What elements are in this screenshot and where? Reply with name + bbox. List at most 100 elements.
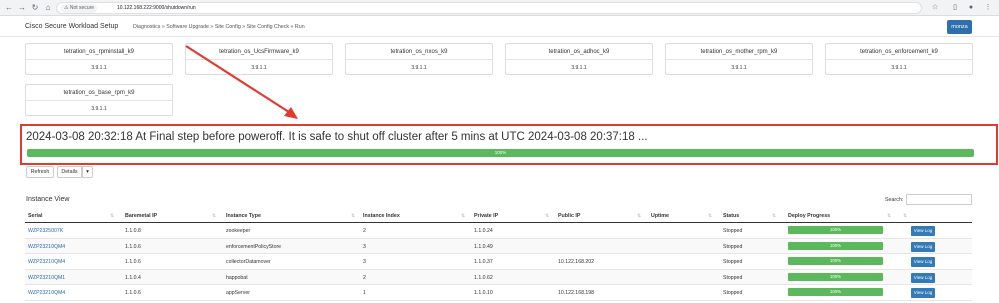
- public-ip: 10.122.168.198: [558, 290, 595, 297]
- instance-index: 3: [363, 243, 366, 250]
- package-card: tetration_os_rpminstall_k9 3.9.1.1: [25, 43, 173, 75]
- status-text: Stopped: [723, 290, 743, 297]
- sort-icon[interactable]: ⇅: [461, 213, 465, 219]
- app-brand[interactable]: Cisco Secure Workload Setup: [25, 23, 118, 30]
- sort-icon[interactable]: ⇅: [351, 213, 355, 219]
- menu-icon[interactable]: ⋮: [983, 3, 993, 13]
- view-log-button[interactable]: View Log: [911, 257, 935, 268]
- package-name: tetration_os_rpminstall_k9: [26, 44, 172, 60]
- star-icon[interactable]: ☆: [930, 3, 940, 13]
- package-card: tetration_os_enforcement_k9 3.9.1.1: [825, 43, 973, 75]
- column-header[interactable]: Uptime: [651, 213, 669, 219]
- address-bar[interactable]: ⚠ Not secure 10.122.168.222:9000/shutdow…: [56, 2, 922, 14]
- instance-index: 1: [363, 290, 366, 297]
- reload-icon[interactable]: ↻: [30, 3, 40, 13]
- view-log-button[interactable]: View Log: [911, 288, 935, 299]
- back-icon[interactable]: ←: [4, 3, 14, 13]
- instance-view-title: Instance View: [26, 196, 70, 203]
- baremetal-ip: 1.1.0.6: [125, 290, 141, 297]
- column-header[interactable]: Public IP: [558, 213, 580, 219]
- deploy-progress-bar: 100%: [788, 241, 883, 250]
- package-name: tetration_os_nxos_k9: [346, 44, 492, 60]
- package-card: tetration_os_base_rpm_k9 3.9.1.1: [25, 84, 173, 116]
- sort-icon[interactable]: ⇅: [637, 213, 641, 219]
- package-version: 3.9.1.1: [571, 65, 587, 71]
- package-name: tetration_os_base_rpm_k9: [26, 85, 172, 101]
- baremetal-ip: 1.1.0.6: [125, 243, 141, 250]
- view-log-button[interactable]: View Log: [911, 226, 935, 236]
- package-version: 3.9.1.1: [91, 65, 107, 71]
- package-card: tetration_os_nxos_k9 3.9.1.1: [345, 43, 493, 75]
- private-ip: 1.1.0.49: [474, 243, 493, 250]
- sidepanel-icon[interactable]: ▯: [950, 3, 960, 13]
- forward-icon[interactable]: →: [17, 3, 27, 13]
- package-name: tetration_os_adhoc_k9: [506, 44, 652, 60]
- sort-icon[interactable]: ⇅: [708, 213, 712, 219]
- not-secure-label: Not secure: [69, 5, 95, 11]
- deploy-progress-bar: 100%: [788, 257, 883, 266]
- column-header[interactable]: Deploy Progress: [788, 213, 830, 219]
- sort-icon[interactable]: ⇅: [110, 213, 114, 219]
- sort-icon[interactable]: ⇅: [772, 213, 776, 219]
- table-row: WZP23210QM4 1.1.0.6 collectorDatamover 3…: [25, 254, 972, 270]
- serial-link[interactable]: WZP23210QM1: [28, 275, 65, 281]
- instance-table: Serial ⇅ Baremetal IP ⇅ Instance Type ⇅ …: [25, 211, 972, 301]
- details-dropdown-caret[interactable]: ▾: [82, 166, 93, 178]
- serial-link[interactable]: WZP23210QM4: [28, 290, 65, 296]
- user-menu-button[interactable]: monza: [947, 20, 972, 34]
- status-text: Stopped: [723, 228, 743, 234]
- column-header[interactable]: Instance Type: [226, 213, 261, 219]
- public-ip: 10.122.168.202: [558, 259, 595, 266]
- home-icon[interactable]: ⌂: [43, 3, 53, 13]
- serial-link[interactable]: WZP23210QM4: [28, 244, 65, 250]
- column-header[interactable]: Serial: [28, 213, 42, 219]
- package-version: 3.9.1.1: [91, 106, 107, 112]
- serial-link[interactable]: WZP23210QM4: [28, 259, 65, 265]
- search-input[interactable]: [906, 194, 972, 205]
- package-version: 3.9.1.1: [411, 65, 427, 71]
- status-text: Stopped: [723, 259, 743, 266]
- column-header[interactable]: Instance Index: [363, 213, 400, 219]
- baremetal-ip: 1.1.0.8: [125, 228, 141, 234]
- deploy-progress-bar: 100%: [788, 288, 883, 297]
- browser-toolbar: ← → ↻ ⌂ ⚠ Not secure 10.122.168.222:9000…: [0, 0, 999, 16]
- profile-icon[interactable]: ●: [966, 3, 976, 13]
- private-ip: 1.1.0.24: [474, 228, 493, 234]
- package-name: tetration_os_mother_rpm_k9: [666, 44, 812, 60]
- instance-index: 3: [363, 259, 366, 266]
- instance-index: 2: [363, 228, 366, 234]
- package-version: 3.9.1.1: [891, 65, 907, 71]
- package-card: tetration_os_UcsFirmware_k9 3.9.1.1: [185, 43, 333, 75]
- column-header[interactable]: Private IP: [474, 213, 498, 219]
- status-message: 2024-03-08 20:32:18 At Final step before…: [26, 131, 648, 143]
- table-row: WZP23210QM4 1.1.0.6 appServer 1 1.1.0.10…: [25, 285, 972, 301]
- shutdown-progress-bar: 100%: [27, 149, 974, 157]
- view-log-button[interactable]: View Log: [911, 272, 935, 283]
- refresh-button[interactable]: Refresh: [26, 166, 54, 178]
- sort-icon[interactable]: ⇅: [545, 213, 549, 219]
- sort-icon[interactable]: ⇅: [887, 213, 891, 219]
- column-header[interactable]: Baremetal IP: [125, 213, 157, 219]
- search-label: Search:: [885, 197, 904, 203]
- instance-type: happobat: [226, 274, 248, 281]
- package-card: tetration_os_mother_rpm_k9 3.9.1.1: [665, 43, 813, 75]
- deploy-progress-bar: 100%: [788, 272, 883, 281]
- sort-icon[interactable]: ⇅: [903, 213, 907, 219]
- details-button[interactable]: Details: [57, 166, 82, 178]
- status-text: Stopped: [723, 274, 743, 281]
- status-text: Stopped: [723, 243, 743, 250]
- column-header[interactable]: Status: [723, 213, 739, 219]
- serial-link[interactable]: WZP2325007K: [28, 228, 63, 234]
- private-ip: 1.1.0.10: [474, 290, 493, 297]
- private-ip: 1.1.0.37: [474, 259, 493, 266]
- table-row: WZP2325007K 1.1.0.8 zookeeper 2 1.1.0.24…: [25, 223, 972, 239]
- package-name: tetration_os_enforcement_k9: [826, 44, 972, 60]
- shutdown-status-panel: 2024-03-08 20:32:18 At Final step before…: [20, 124, 998, 165]
- instance-index: 2: [363, 274, 366, 281]
- sort-icon[interactable]: ⇅: [212, 213, 216, 219]
- not-secure-badge[interactable]: ⚠ Not secure: [61, 4, 98, 13]
- table-header: Serial ⇅ Baremetal IP ⇅ Instance Type ⇅ …: [25, 211, 972, 223]
- view-log-button[interactable]: View Log: [911, 241, 935, 252]
- package-version: 3.9.1.1: [251, 65, 267, 71]
- progress-fill: 100%: [27, 149, 974, 157]
